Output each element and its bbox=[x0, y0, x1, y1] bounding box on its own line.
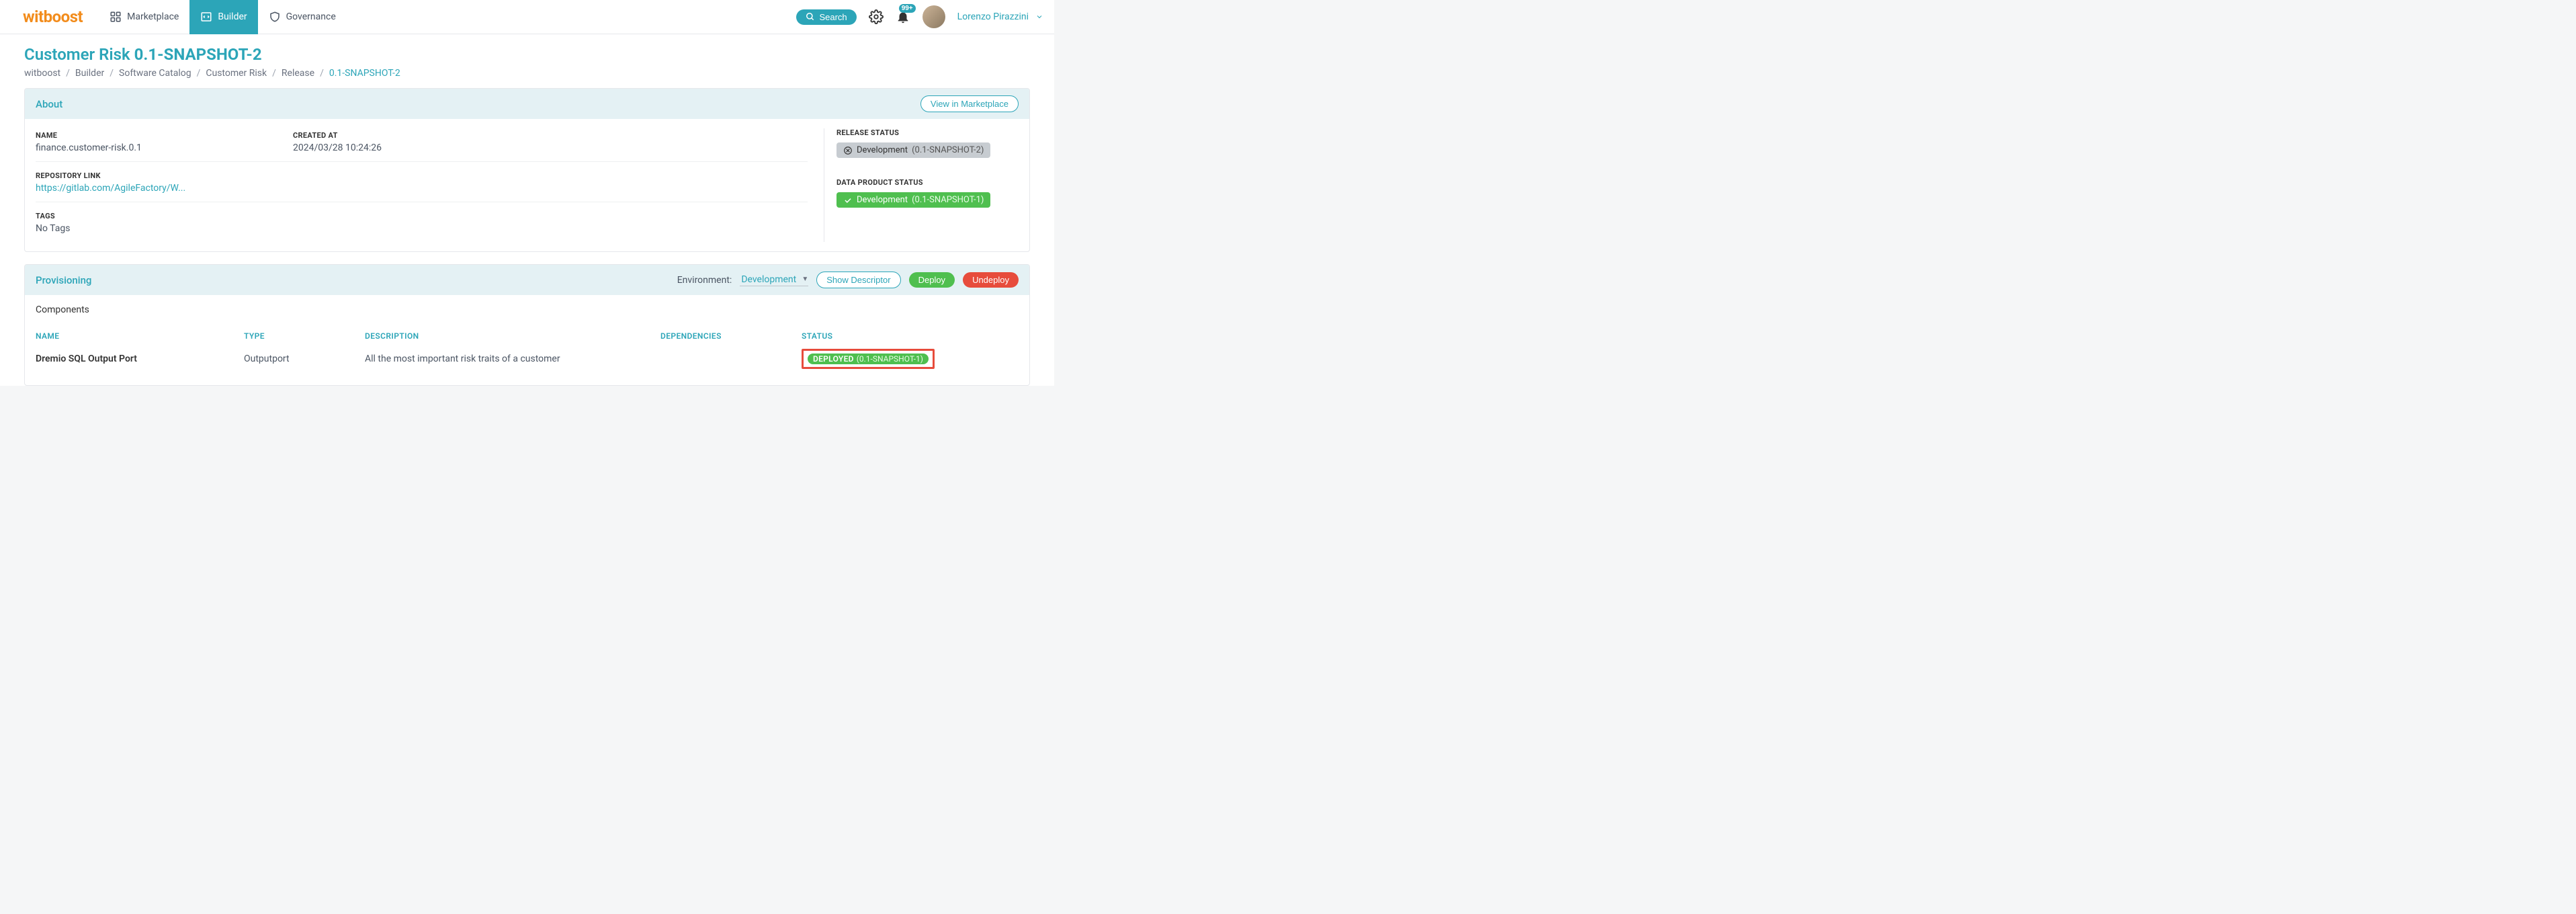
crumb-current: 0.1-SNAPSHOT-2 bbox=[329, 68, 400, 79]
env-select[interactable]: Development ▼ bbox=[740, 274, 808, 286]
release-status-pill: Development (0.1-SNAPSHOT-2) bbox=[836, 142, 990, 158]
value-repo-link[interactable]: https://gitlab.com/AgileFactory/W... bbox=[36, 183, 808, 194]
th-name: NAME bbox=[36, 331, 244, 341]
table-header: NAME TYPE DESCRIPTION DEPENDENCIES STATU… bbox=[36, 327, 1019, 345]
nav-label: Governance bbox=[286, 11, 336, 22]
view-in-marketplace-button[interactable]: View in Marketplace bbox=[920, 95, 1019, 112]
nav-governance[interactable]: Governance bbox=[258, 0, 347, 34]
status-sub: (0.1-SNAPSHOT-1) bbox=[857, 354, 923, 364]
value-name: finance.customer-risk.0.1 bbox=[36, 142, 293, 153]
avatar[interactable] bbox=[922, 5, 945, 28]
crumb[interactable]: Release bbox=[282, 68, 314, 79]
dp-status-label: DATA PRODUCT STATUS bbox=[836, 178, 1019, 187]
provisioning-card: Provisioning Environment: Development ▼ … bbox=[24, 264, 1030, 386]
settings-button[interactable] bbox=[869, 9, 884, 24]
breadcrumb: witboost/ Builder/ Software Catalog/ Cus… bbox=[0, 68, 1054, 88]
cell-status: DEPLOYED (0.1-SNAPSHOT-1) bbox=[802, 349, 1019, 369]
th-status: STATUS bbox=[802, 331, 1019, 341]
top-nav: witboost Marketplace Builder Governance … bbox=[0, 0, 1054, 34]
release-status-label: RELEASE STATUS bbox=[836, 128, 1019, 137]
topnav-right: Search 99+ Lorenzo Pirazzini bbox=[796, 5, 1043, 28]
title-main: Customer Risk bbox=[24, 45, 130, 64]
search-button[interactable]: Search bbox=[796, 9, 856, 25]
release-status-env: Development bbox=[857, 145, 908, 155]
components-heading: Components bbox=[36, 304, 1019, 315]
check-icon bbox=[843, 196, 853, 205]
env-label: Environment: bbox=[677, 275, 732, 286]
nav-label: Marketplace bbox=[127, 11, 179, 22]
value-tags: No Tags bbox=[36, 223, 808, 234]
show-descriptor-button[interactable]: Show Descriptor bbox=[816, 272, 900, 288]
logo: witboost bbox=[23, 7, 83, 26]
env-value: Development bbox=[741, 274, 796, 285]
dp-status-pill: Development (0.1-SNAPSHOT-1) bbox=[836, 192, 990, 208]
grid-icon bbox=[110, 11, 122, 23]
cell-name[interactable]: Dremio SQL Output Port bbox=[36, 354, 244, 364]
nav-items: Marketplace Builder Governance bbox=[99, 0, 347, 34]
cell-type: Outputport bbox=[244, 354, 365, 364]
crumb[interactable]: Software Catalog bbox=[119, 68, 191, 79]
status-main: DEPLOYED bbox=[813, 354, 854, 364]
circle-x-icon bbox=[843, 146, 853, 155]
table-row: Dremio SQL Output Port Outputport All th… bbox=[36, 345, 1019, 373]
value-created: 2024/03/28 10:24:26 bbox=[293, 142, 550, 153]
deploy-button[interactable]: Deploy bbox=[909, 272, 955, 288]
notification-badge: 99+ bbox=[899, 4, 916, 13]
shield-icon bbox=[269, 11, 281, 23]
chevron-down-icon bbox=[1035, 13, 1043, 21]
dp-status-env: Development bbox=[857, 195, 908, 205]
chevron-down-icon: ▼ bbox=[802, 276, 808, 283]
label-repo: REPOSITORY LINK bbox=[36, 171, 808, 180]
label-created: CREATED AT bbox=[293, 131, 550, 140]
nav-marketplace[interactable]: Marketplace bbox=[99, 0, 189, 34]
th-type: TYPE bbox=[244, 331, 365, 341]
about-title: About bbox=[36, 98, 62, 110]
nav-builder[interactable]: Builder bbox=[189, 0, 257, 34]
status-highlight: DEPLOYED (0.1-SNAPSHOT-1) bbox=[802, 349, 935, 369]
provisioning-title: Provisioning bbox=[36, 274, 91, 286]
nav-label: Builder bbox=[218, 11, 247, 22]
username-text: Lorenzo Pirazzini bbox=[957, 11, 1029, 22]
search-label: Search bbox=[819, 12, 847, 22]
th-desc: DESCRIPTION bbox=[365, 331, 660, 341]
cell-desc: All the most important risk traits of a … bbox=[365, 354, 660, 364]
user-menu[interactable]: Lorenzo Pirazzini bbox=[957, 11, 1043, 22]
about-card: About View in Marketplace NAME finance.c… bbox=[24, 88, 1030, 252]
th-dep: DEPENDENCIES bbox=[660, 331, 802, 341]
gear-icon bbox=[869, 9, 884, 24]
dp-status-ver: (0.1-SNAPSHOT-1) bbox=[912, 195, 984, 205]
undeploy-button[interactable]: Undeploy bbox=[963, 272, 1019, 288]
search-icon bbox=[806, 12, 815, 22]
label-tags: TAGS bbox=[36, 212, 808, 220]
page-title: Customer Risk 0.1-SNAPSHOT-2 bbox=[0, 42, 1054, 68]
crumb[interactable]: Customer Risk bbox=[206, 68, 267, 79]
code-icon bbox=[200, 11, 212, 23]
label-name: NAME bbox=[36, 131, 293, 140]
crumb[interactable]: witboost bbox=[24, 68, 60, 79]
status-chip: DEPLOYED (0.1-SNAPSHOT-1) bbox=[808, 354, 929, 364]
title-version: 0.1-SNAPSHOT-2 bbox=[134, 45, 262, 64]
notifications-button[interactable]: 99+ bbox=[896, 9, 910, 24]
release-status-ver: (0.1-SNAPSHOT-2) bbox=[912, 145, 984, 155]
crumb[interactable]: Builder bbox=[75, 68, 104, 79]
